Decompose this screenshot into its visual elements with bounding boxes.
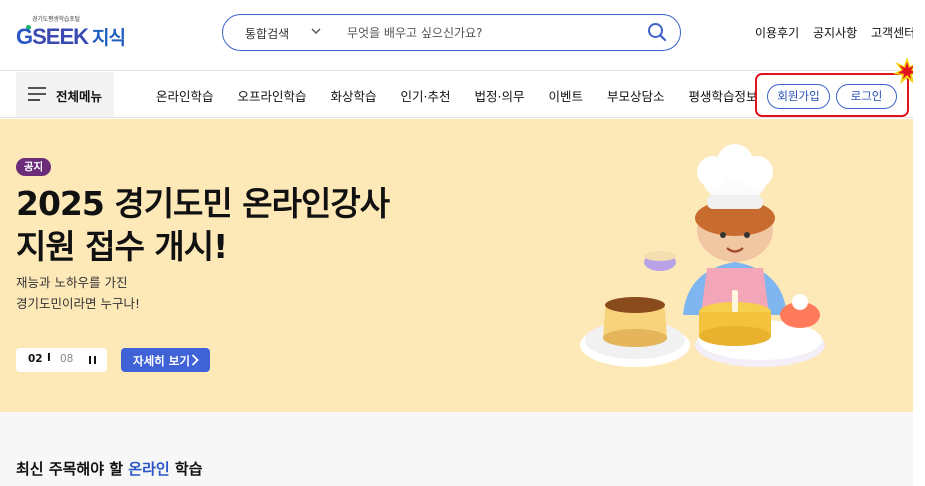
signup-button[interactable]: 회원가입 [767,84,830,109]
notice-badge: 공지 [16,158,51,176]
nav-menu: 온라인학습 오프라인학습 화상학습 인기·추천 법정·의무 이벤트 부모상담소 … [156,86,777,105]
section-title: 최신 주목해야 할 온라인 학습 [16,460,203,478]
nav-item-popular[interactable]: 인기·추천 [401,89,451,104]
hero-subtitle: 재능과 노하우를 가진 경기도민이라면 누구나! [16,272,140,314]
nav-item-online[interactable]: 온라인학습 [156,89,214,104]
top-links: 이용후기 공지사항 고객센터 [755,24,925,41]
hero-sub-line2: 경기도민이라면 누구나! [16,296,140,311]
top-link-support[interactable]: 고객센터 [871,26,915,40]
right-gutter [913,0,925,486]
pause-icon[interactable] [89,356,96,364]
view-details-label: 자세히 보기 [133,354,190,368]
chevron-down-icon[interactable] [309,24,323,38]
chevron-right-icon [191,354,199,366]
nav-item-mandatory[interactable]: 법정·의무 [474,89,524,104]
nav-item-lifelong-info[interactable]: 평생학습정보 [688,89,757,104]
nav-item-parent-counsel[interactable]: 부모상담소 [607,89,665,104]
site-logo[interactable]: 경기도평생학습포털 GSEEK 지식 [16,14,142,49]
nav-item-offline[interactable]: 오프라인학습 [238,89,307,104]
all-menu-button[interactable]: 전체메뉴 [16,72,114,117]
logo-wordmark: GSEEK 지식 [16,24,126,49]
nav-item-event[interactable]: 이벤트 [548,89,583,104]
top-link-reviews[interactable]: 이용후기 [755,26,799,40]
slide-pager: 02 I 08 [16,348,107,372]
logo-tagline: 경기도평생학습포털 [32,16,80,23]
search-bar: 통합검색 [222,14,681,51]
hamburger-icon [28,87,46,101]
hero-sub-line1: 재능과 노하우를 가진 [16,275,128,290]
chef-illustration [580,144,825,367]
all-menu-label: 전체메뉴 [56,89,103,104]
hero-title: 2025 경기도민 온라인강사 지원 접수 개시! [16,182,390,268]
search-input[interactable] [345,21,639,45]
hero-title-line2: 지원 접수 개시! [16,227,228,266]
pager-total: 08 [60,353,74,365]
top-link-notices[interactable]: 공지사항 [813,26,857,40]
view-details-button[interactable]: 자세히 보기 [121,348,210,372]
search-icon[interactable] [647,22,667,42]
pager-current: 02 [28,353,43,365]
nav-item-video[interactable]: 화상학습 [331,89,377,104]
pager-separator: I [47,352,51,364]
hero-title-line1: 2025 경기도민 온라인강사 [16,184,390,223]
login-button[interactable]: 로그인 [836,84,897,109]
search-category-select[interactable]: 통합검색 [245,25,289,42]
